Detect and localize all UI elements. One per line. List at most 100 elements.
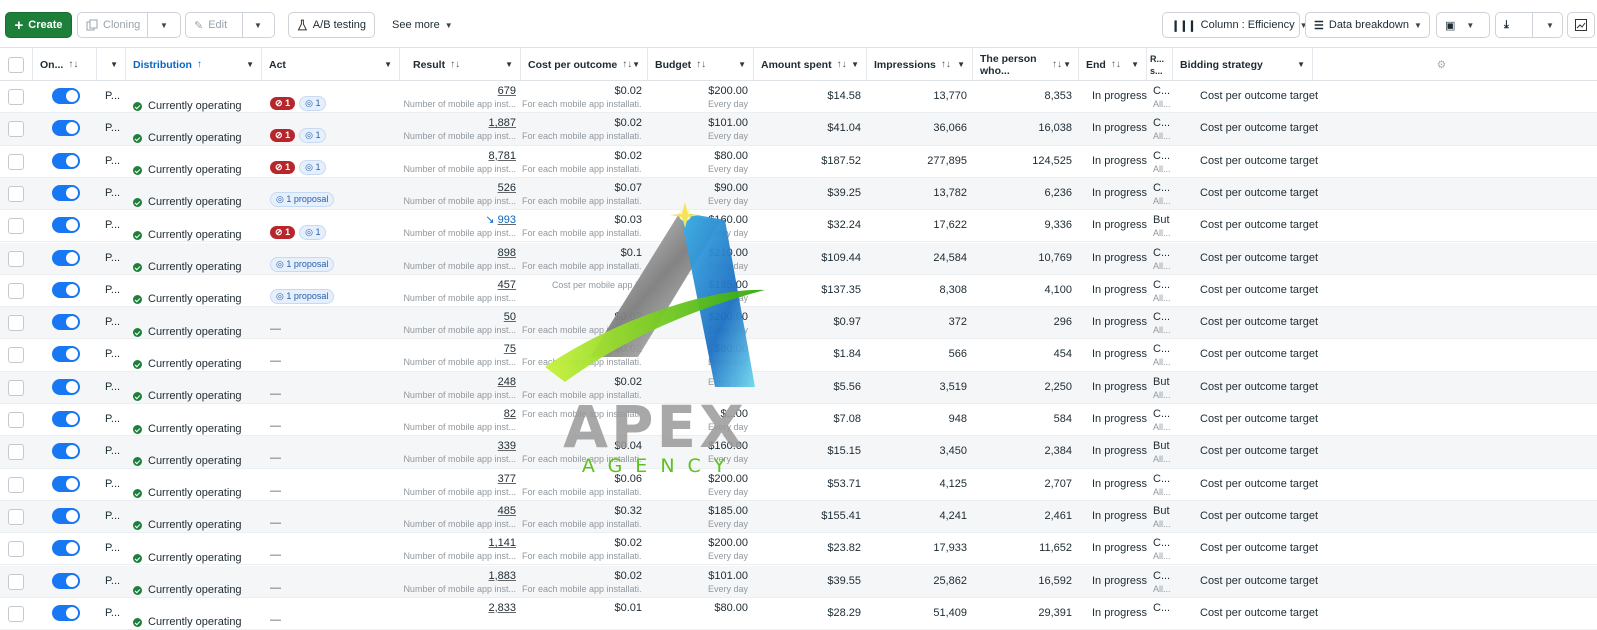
chart-button[interactable] bbox=[1567, 12, 1595, 38]
row-checkbox[interactable] bbox=[8, 412, 24, 428]
result-value[interactable]: 8,781 bbox=[488, 150, 516, 162]
row-checkbox[interactable] bbox=[8, 476, 24, 493]
recommendation-badge[interactable]: ◎ 1 bbox=[299, 127, 327, 143]
budget-cell[interactable]: $200.00 Every day bbox=[648, 311, 748, 338]
row-checkbox[interactable] bbox=[8, 218, 24, 235]
recommendation-badge[interactable]: ◎ 1 bbox=[299, 95, 327, 111]
column-name[interactable]: ▼ bbox=[97, 48, 126, 81]
table-row[interactable]: P... Currently operating ◎ 1 proposal 898 Nu… bbox=[0, 242, 1597, 275]
table-row[interactable]: P... Currently operating — 339 Number of mob… bbox=[0, 436, 1597, 469]
budget-cell[interactable]: $185.00 Every day bbox=[648, 279, 748, 306]
budget-cell[interactable]: $...00 Every day bbox=[648, 408, 748, 435]
column-r[interactable]: R... s... bbox=[1147, 48, 1173, 81]
campaign-name[interactable]: P... bbox=[105, 445, 120, 467]
column-cpo[interactable]: Cost per outcome ↑↓ ▼ bbox=[521, 48, 648, 81]
chevron-down-icon[interactable]: ▼ bbox=[110, 60, 118, 69]
chevron-down-icon[interactable]: ▼ bbox=[246, 60, 254, 69]
row-checkbox[interactable] bbox=[8, 185, 24, 202]
campaign-name[interactable]: P... bbox=[105, 187, 120, 209]
sort-icon[interactable]: ↑↓ bbox=[837, 59, 847, 70]
create-button[interactable]: + Create bbox=[5, 12, 72, 38]
campaign-name[interactable]: P... bbox=[105, 90, 120, 112]
campaign-name[interactable]: P... bbox=[105, 575, 120, 597]
result-value[interactable]: 1,883 bbox=[488, 570, 516, 582]
result-value[interactable]: 75 bbox=[504, 343, 516, 355]
chevron-down-icon[interactable]: ▼ bbox=[1063, 59, 1071, 71]
campaign-name[interactable]: P... bbox=[105, 155, 120, 177]
select-all-checkbox[interactable] bbox=[8, 56, 24, 73]
chevron-down-icon[interactable]: ▼ bbox=[632, 60, 640, 69]
row-checkbox[interactable] bbox=[8, 508, 24, 525]
budget-cell[interactable]: Every day bbox=[648, 376, 748, 403]
row-checkbox[interactable] bbox=[8, 541, 24, 558]
on-off-toggle[interactable] bbox=[52, 217, 80, 234]
table-row[interactable]: P... Currently operating ◎ 1 proposal 457 Nu… bbox=[0, 275, 1597, 308]
result-value[interactable]: 50 bbox=[504, 311, 516, 323]
recommendation-badge[interactable]: ◎ 1 bbox=[299, 224, 327, 240]
result-value[interactable]: 898 bbox=[498, 247, 516, 259]
table-row[interactable]: P... Currently operating — 2,833 $0.01 $80.00… bbox=[0, 598, 1597, 630]
row-checkbox[interactable] bbox=[8, 444, 24, 461]
edit-button[interactable]: ✎ Edit ▼ bbox=[185, 12, 275, 38]
table-row[interactable]: P... Currently operating ⊘ 1 ◎ 1 8,781 Number… bbox=[0, 146, 1597, 178]
budget-cell[interactable]: $101.00 Every day bbox=[648, 570, 748, 597]
on-off-toggle[interactable] bbox=[52, 281, 80, 298]
result-value[interactable]: 485 bbox=[498, 505, 516, 517]
campaign-name[interactable]: P... bbox=[105, 219, 120, 241]
column-end[interactable]: End ↑↓ ▼ bbox=[1079, 48, 1147, 81]
sort-icon[interactable]: ↑↓ bbox=[450, 59, 460, 70]
on-off-toggle[interactable] bbox=[52, 604, 80, 621]
campaign-name[interactable]: P... bbox=[105, 413, 120, 435]
budget-cell[interactable]: $160.00 Every day bbox=[648, 214, 748, 241]
on-off-toggle[interactable] bbox=[52, 88, 80, 104]
row-checkbox[interactable] bbox=[8, 379, 24, 396]
table-row[interactable]: P... Currently operating — 75 Number of mobi… bbox=[0, 339, 1597, 372]
table-row[interactable]: P... Currently operating — 248 Number of mob… bbox=[0, 371, 1597, 404]
column-on[interactable]: On... ↑↓ bbox=[33, 48, 97, 81]
row-checkbox[interactable] bbox=[8, 282, 24, 299]
table-row[interactable]: P... Currently operating — 485 Number of mob… bbox=[0, 500, 1597, 534]
column-budget[interactable]: Budget ↑↓ ▼ bbox=[648, 48, 754, 81]
table-row[interactable]: P... Currently operating ⊘ 1 ◎ 1 679 Number o… bbox=[0, 81, 1597, 114]
row-checkbox[interactable] bbox=[8, 89, 24, 105]
reports-button[interactable]: ▣ ▼ bbox=[1436, 12, 1490, 38]
table-row[interactable]: P... Currently operating — 377 Number of mob… bbox=[0, 469, 1597, 501]
campaign-name[interactable]: P... bbox=[105, 348, 120, 370]
error-badge[interactable]: ⊘ 1 bbox=[270, 96, 296, 110]
campaign-name[interactable]: P... bbox=[105, 607, 120, 629]
on-off-toggle[interactable] bbox=[52, 572, 80, 589]
budget-cell[interactable]: $185.00 Every day bbox=[648, 505, 748, 532]
budget-cell[interactable]: $210.00 Every day bbox=[648, 247, 748, 274]
budget-cell[interactable]: $80.00 Every day bbox=[648, 343, 748, 370]
sort-icon[interactable]: ↑↓ bbox=[622, 59, 632, 70]
campaign-name[interactable]: P... bbox=[105, 252, 120, 274]
ab-testing-button[interactable]: A/B testing bbox=[288, 12, 375, 38]
budget-cell[interactable]: $200.00 Every day bbox=[648, 473, 748, 500]
budget-cell[interactable]: $200.00 Every day bbox=[648, 85, 748, 112]
chevron-down-icon[interactable]: ▼ bbox=[160, 21, 168, 30]
recommendation-badge[interactable]: ◎ 1 bbox=[299, 160, 327, 176]
column-selector[interactable]: ❙❙❙ Column : Efficiency ▼ bbox=[1162, 12, 1308, 38]
column-bidding[interactable]: Bidding strategy ▼ bbox=[1173, 48, 1313, 81]
column-distribution[interactable]: Distribution ↑ ▼ bbox=[126, 48, 262, 81]
budget-cell[interactable]: $160.00 Every day bbox=[648, 440, 748, 467]
column-settings[interactable]: ⚙ bbox=[1313, 48, 1597, 81]
result-value[interactable]: 1,141 bbox=[488, 537, 516, 549]
column-reach[interactable]: The person who... ↑↓ ▼ bbox=[973, 48, 1079, 81]
on-off-toggle[interactable] bbox=[52, 346, 80, 363]
campaign-name[interactable]: P... bbox=[105, 316, 120, 338]
result-value[interactable]: 339 bbox=[498, 440, 516, 452]
on-off-toggle[interactable] bbox=[52, 152, 80, 169]
on-off-toggle[interactable] bbox=[52, 540, 80, 557]
result-value[interactable]: 526 bbox=[498, 182, 516, 194]
row-checkbox[interactable] bbox=[8, 153, 24, 170]
on-off-toggle[interactable] bbox=[52, 475, 80, 492]
sort-icon[interactable]: ↑↓ bbox=[68, 59, 78, 70]
on-off-toggle[interactable] bbox=[52, 184, 80, 201]
chevron-down-icon[interactable]: ▼ bbox=[738, 60, 746, 69]
result-value[interactable]: 2,833 bbox=[488, 602, 516, 614]
on-off-toggle[interactable] bbox=[52, 249, 80, 266]
sort-icon[interactable]: ↑↓ bbox=[941, 59, 951, 70]
chevron-down-icon[interactable]: ▼ bbox=[254, 21, 262, 30]
column-act[interactable]: Act ▼ bbox=[262, 48, 400, 81]
